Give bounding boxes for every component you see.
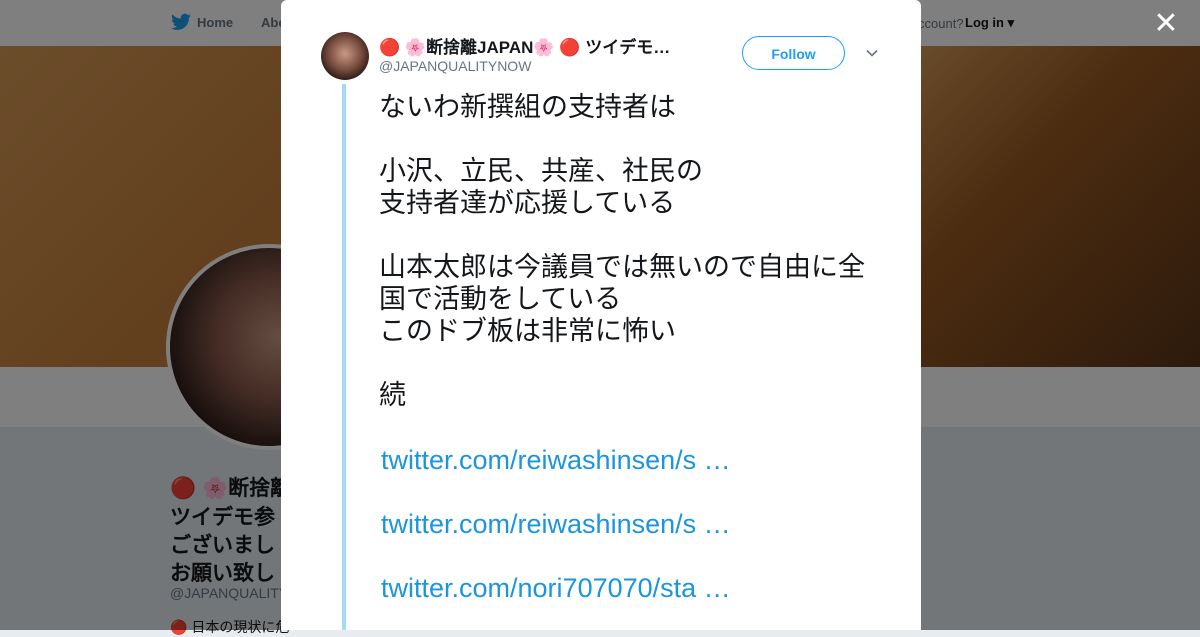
tweet-line: 山本太郎は今議員では無いので自由に全 xyxy=(379,252,865,283)
close-icon[interactable]: ✕ xyxy=(1150,8,1182,40)
tweet-line: ないわ新撰組の支持者は xyxy=(379,92,676,123)
tweet-line: 支持者達が応援している xyxy=(379,188,676,219)
tweet-link[interactable]: twitter.com/nori707070/sta … xyxy=(381,573,731,604)
tweet-link[interactable]: twitter.com/reiwashinsen/s … xyxy=(381,445,731,476)
author-avatar[interactable] xyxy=(321,32,369,80)
chevron-down-icon[interactable] xyxy=(865,46,879,60)
tweet-line: このドブ板は非常に怖い xyxy=(379,316,676,347)
tweet-text: ないわ新撰組の支持者は 小沢、立民、共産、社民の 支持者達が応援している 山本太… xyxy=(379,92,889,412)
tweet-modal: 🔴 🌸断捨離JAPAN🌸 🔴 ツイデモ… @JAPANQUALITYNOW Fo… xyxy=(281,0,921,630)
thread-line xyxy=(342,84,346,630)
author-handle[interactable]: @JAPANQUALITYNOW xyxy=(379,58,531,74)
tweet-line: 続 xyxy=(379,380,406,411)
follow-button[interactable]: Follow xyxy=(742,36,845,70)
author-display-name[interactable]: 🔴 🌸断捨離JAPAN🌸 🔴 ツイデモ… xyxy=(379,33,689,58)
tweet-line: 小沢、立民、共産、社民の xyxy=(379,156,703,187)
tweet-line: 国で活動をしている xyxy=(379,284,622,315)
tweet-link[interactable]: twitter.com/reiwashinsen/s … xyxy=(381,509,731,540)
